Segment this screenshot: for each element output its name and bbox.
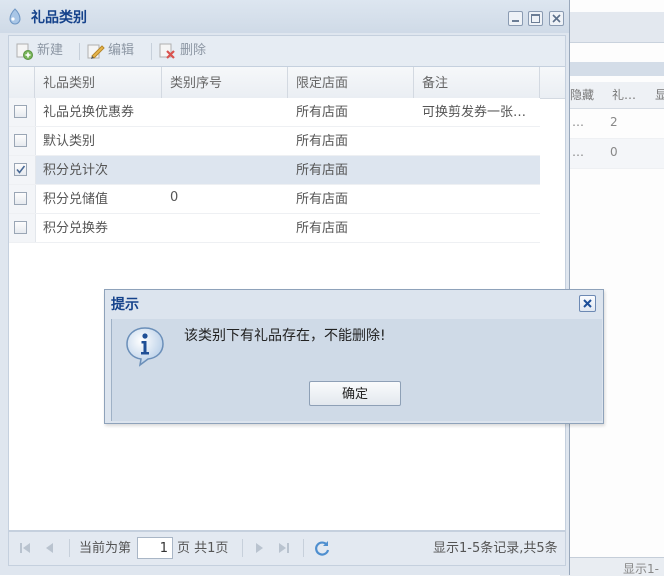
- column-header-note[interactable]: 备注: [414, 67, 540, 98]
- background-toolbar: [560, 12, 664, 43]
- new-button[interactable]: 新建: [16, 36, 76, 66]
- table-row[interactable]: 默认类别 所有店面: [9, 127, 540, 156]
- background-strip: [560, 62, 664, 76]
- cell-category: 礼品兑换优惠券: [43, 105, 135, 120]
- cell-seq: 0: [170, 190, 179, 205]
- background-column-header: 显: [655, 88, 664, 102]
- new-button-label: 新建: [37, 43, 64, 58]
- row-checker: [9, 127, 36, 155]
- cell-store: 所有店面: [296, 105, 349, 120]
- row-checker: [9, 214, 36, 242]
- table-row[interactable]: 积分兑储值 0 所有店面: [9, 185, 540, 214]
- category-window: 礼品类别 新建 编辑 删除 礼品类别 类别序号 限定店面 备注 礼品兑换优惠券 …: [0, 0, 570, 575]
- row-checker: [9, 98, 36, 126]
- close-icon[interactable]: [549, 11, 564, 26]
- cell-category: 积分兑换券: [43, 221, 109, 236]
- row-checkbox[interactable]: [14, 134, 27, 147]
- background-cell: …: [572, 145, 584, 159]
- dialog-message: 该类别下有礼品存在，不能删除!: [184, 328, 386, 344]
- cell-store: 所有店面: [296, 163, 349, 178]
- background-column-header: 隐藏: [570, 88, 595, 102]
- dialog-body: 该类别下有礼品存在，不能删除! 确定: [111, 319, 602, 421]
- background-cell: …: [572, 115, 584, 129]
- row-checker: [9, 185, 36, 213]
- pager-prefix: 当前为第: [79, 541, 132, 556]
- row-checkbox[interactable]: [14, 163, 27, 176]
- next-page-icon[interactable]: [251, 540, 267, 556]
- header-select-column: [9, 67, 35, 98]
- toolbar-divider: [151, 43, 152, 60]
- background-pager: 显示1-: [560, 557, 664, 576]
- table-row[interactable]: 积分兑换券 所有店面: [9, 214, 540, 243]
- dialog-title: 提示: [111, 297, 139, 313]
- cell-store: 所有店面: [296, 134, 349, 149]
- column-header-category[interactable]: 礼品类别: [35, 67, 162, 98]
- toolbar-divider: [79, 43, 80, 60]
- table-row[interactable]: 礼品兑换优惠券 所有店面 可换剪发券一张…: [9, 98, 540, 127]
- cell-store: 所有店面: [296, 221, 349, 236]
- background-cell: 0: [610, 145, 618, 159]
- pager-summary: 显示1-5条记录,共5条: [433, 541, 558, 556]
- cell-category: 默认类别: [43, 134, 96, 149]
- row-checker: [9, 156, 36, 184]
- row-checkbox[interactable]: [14, 192, 27, 205]
- table-row[interactable]: 积分兑计次 所有店面: [9, 156, 540, 185]
- maximize-icon[interactable]: [528, 11, 543, 26]
- pagination-bar: 当前为第 1 页 共1页 显示1-5条记录,共5条: [8, 531, 566, 566]
- cell-seq: [170, 214, 288, 242]
- toolbar: 新建 编辑 删除: [8, 35, 566, 67]
- background-grid-header: 隐藏 礼… 显: [560, 82, 664, 109]
- dialog-close-icon[interactable]: [579, 295, 596, 312]
- add-icon: [16, 43, 33, 60]
- cell-seq: [170, 156, 288, 184]
- pencil-icon: [87, 44, 105, 59]
- background-cell: 2: [610, 115, 618, 129]
- background-pager-text: 显示1-: [623, 562, 659, 576]
- column-header-store[interactable]: 限定店面: [288, 67, 414, 98]
- refresh-icon[interactable]: [313, 539, 331, 557]
- row-checkbox[interactable]: [14, 221, 27, 234]
- delete-icon: [159, 43, 175, 59]
- pager-suffix: 页 共1页: [177, 541, 229, 556]
- edit-button-label: 编辑: [108, 43, 135, 58]
- checkmark-icon: [16, 165, 26, 174]
- cell-seq: [170, 127, 288, 155]
- cell-note: [422, 185, 538, 213]
- delete-button[interactable]: 删除: [159, 36, 219, 66]
- cell-seq: [170, 98, 288, 126]
- last-page-icon[interactable]: [276, 540, 292, 556]
- cell-category: 积分兑计次: [43, 163, 109, 178]
- pager-divider: [303, 539, 304, 557]
- page-number-input[interactable]: 1: [137, 537, 173, 559]
- cell-category: 积分兑储值: [43, 192, 109, 207]
- first-page-icon[interactable]: [17, 540, 33, 556]
- window-title: 礼品类别: [31, 10, 87, 26]
- edit-button[interactable]: 编辑: [87, 36, 147, 66]
- pager-divider: [69, 539, 70, 557]
- minimize-icon[interactable]: [508, 11, 523, 26]
- row-checkbox[interactable]: [14, 105, 27, 118]
- cell-note: [422, 214, 538, 242]
- cell-note: 可换剪发券一张…: [422, 105, 527, 120]
- gift-icon: [9, 8, 21, 25]
- ok-button[interactable]: 确定: [309, 381, 401, 406]
- cell-note: [422, 127, 538, 155]
- cell-store: 所有店面: [296, 192, 349, 207]
- prev-page-icon[interactable]: [42, 540, 58, 556]
- grid-header: 礼品类别 类别序号 限定店面 备注: [9, 67, 565, 99]
- cell-note: [422, 156, 538, 184]
- background-column-header: 礼…: [612, 88, 637, 102]
- delete-button-label: 删除: [180, 43, 207, 58]
- window-titlebar[interactable]: 礼品类别: [0, 0, 569, 33]
- column-header-seq[interactable]: 类别序号: [162, 67, 288, 98]
- alert-dialog: 提示 该类别下有礼品存在，不能删除! 确定: [104, 289, 604, 424]
- info-icon: [126, 327, 164, 367]
- pager-divider: [242, 539, 243, 557]
